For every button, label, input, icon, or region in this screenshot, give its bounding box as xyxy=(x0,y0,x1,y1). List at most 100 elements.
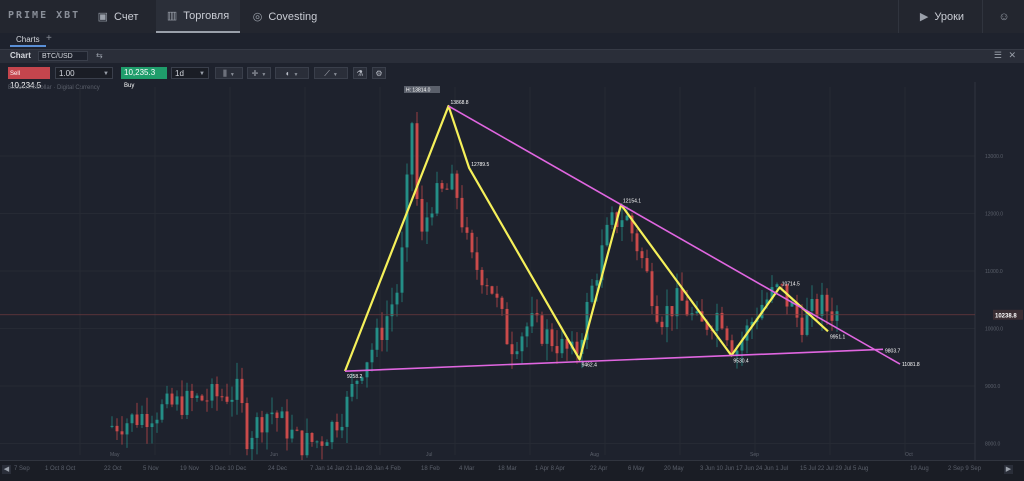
month-label: Jul xyxy=(426,452,432,458)
candle-body xyxy=(675,288,679,317)
candle-body xyxy=(470,232,474,253)
candle-body xyxy=(410,123,414,175)
candle-body xyxy=(465,227,469,233)
candle-body xyxy=(205,400,209,402)
candle-body xyxy=(550,329,554,347)
nav-trading-label: Торговля xyxy=(183,9,230,22)
candle-body xyxy=(525,326,529,337)
candle-body xyxy=(400,247,404,293)
zigzag-point-label: 9462.4 xyxy=(582,362,598,368)
studies-button[interactable]: ⚗ xyxy=(353,67,367,79)
zigzag-point-label: 9951.1 xyxy=(830,334,846,340)
month-label: Sep xyxy=(750,452,759,458)
user-profile-button[interactable]: ☺ xyxy=(992,0,1016,33)
candle-body xyxy=(265,414,269,433)
candle-body xyxy=(260,417,264,433)
chart-type-button[interactable]: ⫼ ▼ xyxy=(215,67,243,79)
candle-body xyxy=(815,299,819,316)
candle-body xyxy=(475,252,479,270)
candle-body xyxy=(350,383,354,397)
candle-body xyxy=(180,396,184,415)
candle-body xyxy=(420,198,424,232)
time-tick-label: 7 Jan 14 Jan 21 Jan 28 Jan 4 Feb xyxy=(310,466,401,472)
candle-body xyxy=(175,396,179,405)
close-icon[interactable]: ✕ xyxy=(1008,50,1016,61)
timeframe-select[interactable]: 1d ▼ xyxy=(171,67,209,79)
candle-body xyxy=(340,426,344,431)
time-tick-label: 24 Dec xyxy=(268,466,287,472)
settings-button[interactable]: ⚙ xyxy=(372,67,386,79)
sell-label: Sell xyxy=(10,71,21,77)
candle-body xyxy=(645,258,649,272)
candle-body xyxy=(825,294,829,312)
time-tick-label: 2 Sep 9 Sep xyxy=(948,466,982,472)
candle-body xyxy=(160,404,164,420)
candle-body xyxy=(140,413,144,425)
top-navigation-bar: PRIME XBT ▣ Счет ▥ Торговля ◎ Covesting … xyxy=(0,0,1024,34)
user-icon: ☺ xyxy=(998,10,1010,23)
nav-account[interactable]: ▣ Счет xyxy=(86,0,150,33)
candle-body xyxy=(775,284,779,288)
nav-account-label: Счет xyxy=(114,10,139,23)
quantity-input[interactable]: 1.00 ▼ xyxy=(55,67,113,79)
indicators-button[interactable]: ◐ ▼ xyxy=(275,67,309,79)
candle-body xyxy=(115,425,119,432)
chevron-down-icon: ▼ xyxy=(103,71,109,77)
chevron-down-icon: ▼ xyxy=(229,72,235,78)
candle-body xyxy=(390,304,394,317)
time-tick-label: 4 Mar xyxy=(459,466,474,472)
candle-body xyxy=(720,312,724,329)
candle-body xyxy=(655,306,659,322)
swap-icon[interactable]: ⇆ xyxy=(96,51,103,60)
candle-body xyxy=(190,390,194,398)
time-tick-label: 7 Sep xyxy=(14,466,30,472)
price-chart[interactable]: 13000.0 12000.0 11000.0 10000.0 9000.0 8000.0… xyxy=(0,82,1024,460)
bar-chart-icon: ▥ xyxy=(166,10,178,22)
buy-button[interactable]: 10,235.3 Buy xyxy=(121,67,167,89)
candle-body xyxy=(715,312,719,331)
candles-icon: ⫼ xyxy=(223,69,227,78)
prime-xbt-logo: PRIME XBT xyxy=(8,10,81,21)
zigzag-point-label: 10714.5 xyxy=(782,281,800,287)
sell-button[interactable]: Sell 10,234.5 xyxy=(8,67,50,90)
candle-body xyxy=(460,197,464,228)
drawing-tools-button[interactable]: ⟋ ▼ xyxy=(314,67,348,79)
candle-body xyxy=(455,173,459,198)
timeframe-value: 1d xyxy=(175,69,184,78)
nav-covesting[interactable]: ◎ Covesting xyxy=(248,0,322,33)
candle-body xyxy=(660,321,664,328)
symbol-input[interactable]: BTC/USD xyxy=(38,51,88,61)
wallet-icon: ▣ xyxy=(97,11,109,23)
candle-body xyxy=(620,220,624,228)
candle-body xyxy=(510,344,514,355)
candle-body xyxy=(520,336,524,352)
month-label: May xyxy=(110,452,120,458)
candle-body xyxy=(270,412,274,415)
tab-charts[interactable]: Charts xyxy=(10,34,46,47)
crosshair-button[interactable]: ✛ ▼ xyxy=(247,67,271,79)
nav-trading[interactable]: ▥ Торговля xyxy=(156,0,240,33)
add-tab-button[interactable]: + xyxy=(46,33,52,44)
play-circle-icon: ▶ xyxy=(919,11,929,23)
month-label: Aug xyxy=(590,452,599,458)
price-tick-label: 8000.0 xyxy=(985,442,1001,448)
time-tick-label: 20 May xyxy=(664,466,684,472)
candle-body xyxy=(275,412,279,418)
candle-body xyxy=(810,299,814,311)
candle-body xyxy=(540,315,544,344)
candle-body xyxy=(290,429,294,439)
candle-body xyxy=(515,351,519,355)
zigzag-point-label: 9530.4 xyxy=(733,359,749,365)
candle-body xyxy=(335,421,339,431)
indicator-icon: ◐ xyxy=(285,69,291,78)
time-tick-label: 22 Oct xyxy=(104,466,122,472)
time-tick-label: 5 Nov xyxy=(143,466,159,472)
candle-body xyxy=(640,251,644,259)
menu-icon[interactable]: ☰ xyxy=(994,50,1002,61)
nav-lessons[interactable]: ▶ Уроки xyxy=(912,0,972,33)
zigzag-point-label: 12789.5 xyxy=(471,162,489,168)
candle-body xyxy=(450,173,454,190)
candle-body xyxy=(165,393,169,405)
chart-tabs-bar: Charts + xyxy=(0,33,1024,48)
candle-body xyxy=(110,425,114,427)
